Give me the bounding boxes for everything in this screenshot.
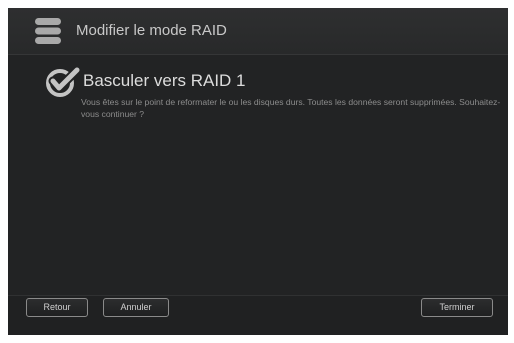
- dialog-title: Modifier le mode RAID: [76, 22, 227, 39]
- raid-heading: Basculer vers RAID 1: [83, 71, 246, 90]
- warning-message: Vous êtes sur le point de reformater le …: [81, 97, 501, 119]
- finish-button[interactable]: Terminer: [421, 298, 493, 317]
- raid-mode-dialog: Modifier le mode RAID Basculer vers RAID…: [8, 8, 508, 335]
- database-icon: [35, 18, 61, 44]
- checkmark-icon: [46, 66, 80, 97]
- back-button[interactable]: Retour: [26, 298, 88, 317]
- dialog-header: Modifier le mode RAID: [8, 8, 508, 55]
- cancel-button[interactable]: Annuler: [103, 298, 169, 317]
